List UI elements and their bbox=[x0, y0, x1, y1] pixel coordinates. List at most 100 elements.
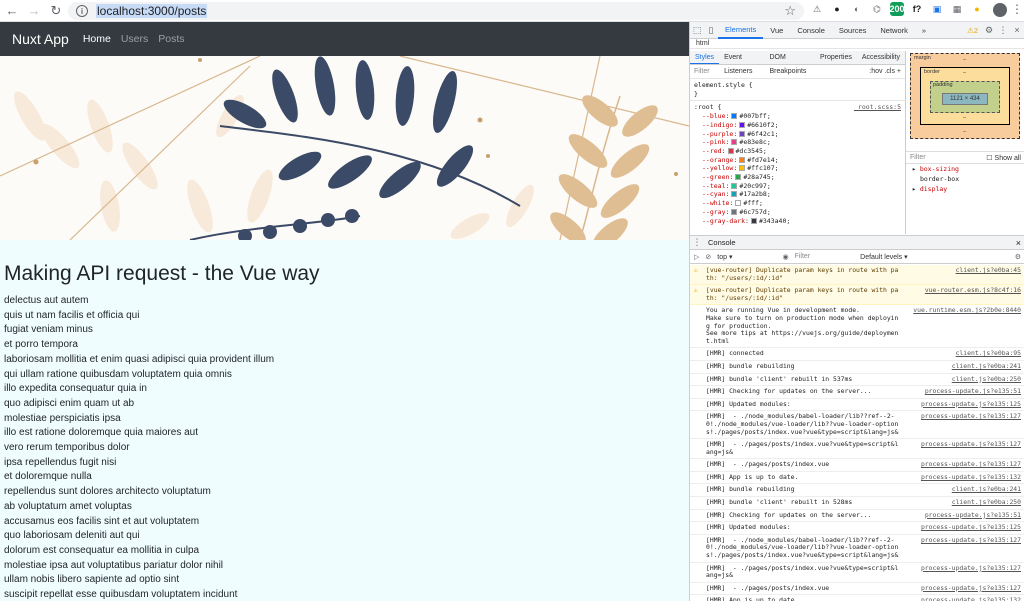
color-swatch[interactable] bbox=[731, 139, 738, 146]
image-ext-icon[interactable]: ▣ bbox=[930, 2, 944, 16]
address-bar[interactable]: i localhost:3000/posts ☆ bbox=[68, 2, 804, 20]
clear-console-icon[interactable]: ⊘ bbox=[705, 253, 711, 261]
site-info-icon[interactable]: i bbox=[76, 5, 88, 17]
message-source-link[interactable]: process-update.js?e135:125 bbox=[921, 400, 1021, 409]
computed-prop-display[interactable]: ▸ display bbox=[906, 184, 1024, 194]
settings-gear-icon[interactable]: ⚙ bbox=[982, 22, 996, 39]
message-source-link[interactable]: client.js?e0ba:95 bbox=[956, 350, 1021, 358]
css-variable-row[interactable]: --pink: #e83e8c; bbox=[694, 138, 901, 147]
color-swatch[interactable] bbox=[739, 121, 746, 128]
forward-arrow-icon[interactable]: → bbox=[24, 1, 44, 21]
color-swatch[interactable] bbox=[739, 130, 746, 137]
status-200-ext-icon[interactable]: 200 bbox=[889, 2, 905, 16]
warning-icon[interactable]: ⚠ bbox=[694, 287, 698, 295]
more-tabs-button[interactable]: » bbox=[915, 22, 933, 39]
subtab-properties[interactable]: Properties bbox=[815, 51, 857, 64]
message-source-link[interactable]: process-update.js?e135:132 bbox=[921, 597, 1021, 601]
nuxt-ext-icon[interactable]: ⌬ bbox=[870, 2, 884, 16]
message-source-link[interactable]: process-update.js?e135:125 bbox=[921, 524, 1021, 532]
root-source-link[interactable]: _root.scss:5 bbox=[854, 103, 901, 112]
nav-link-users[interactable]: Users bbox=[121, 33, 148, 45]
show-all-checkbox[interactable]: ☐ Show all bbox=[986, 154, 1021, 162]
message-source-link[interactable]: client.js?e0ba:241 bbox=[952, 486, 1021, 494]
css-variable-row[interactable]: --gray-dark: #343a40; bbox=[694, 217, 901, 226]
message-source-link[interactable]: process-update.js?e135:127 bbox=[921, 536, 1021, 545]
computed-prop-box-sizing[interactable]: ▸ box-sizing bbox=[906, 164, 1024, 174]
extension-ext-icon[interactable]: ● bbox=[970, 2, 984, 16]
tab-console[interactable]: Console bbox=[790, 22, 832, 39]
message-source-link[interactable]: client.js?e0ba:241 bbox=[952, 362, 1021, 371]
drawer-menu-icon[interactable]: ⋮ bbox=[690, 234, 704, 251]
profile-avatar-icon[interactable] bbox=[993, 3, 1007, 17]
tab-elements[interactable]: Elements bbox=[718, 22, 764, 39]
color-swatch[interactable] bbox=[750, 217, 757, 224]
warning-triangle-icon[interactable]: ⚠ bbox=[810, 2, 824, 16]
css-variable-row[interactable]: --teal: #20c997; bbox=[694, 182, 901, 191]
message-source-link[interactable]: process-update.js?e135:51 bbox=[925, 511, 1021, 520]
message-source-link[interactable]: process-update.js?e135:127 bbox=[921, 440, 1021, 449]
compass-ext-icon[interactable]: ◐ bbox=[850, 2, 864, 16]
color-swatch[interactable] bbox=[727, 147, 734, 154]
tab-network[interactable]: Network bbox=[873, 22, 915, 39]
live-expression-eye-icon[interactable]: ◉ bbox=[782, 253, 788, 261]
css-variable-row[interactable]: --orange: #fd7e14; bbox=[694, 156, 901, 165]
color-swatch[interactable] bbox=[739, 165, 746, 172]
function-ext-icon[interactable]: f? bbox=[910, 2, 924, 16]
css-variable-row[interactable]: --yellow: #ffc107; bbox=[694, 164, 901, 173]
bookmark-star-icon[interactable]: ☆ bbox=[784, 3, 796, 19]
tab-vue[interactable]: Vue bbox=[763, 22, 790, 39]
message-source-link[interactable]: client.js?e0ba:250 bbox=[952, 498, 1021, 507]
inspect-element-icon[interactable]: ⬚ bbox=[690, 22, 704, 39]
menu-kebab-icon[interactable]: ⋮ bbox=[1011, 2, 1023, 16]
back-arrow-icon[interactable]: ← bbox=[2, 1, 22, 21]
css-variable-row[interactable]: --white: #fff; bbox=[694, 199, 901, 208]
context-selector[interactable]: top ▾ bbox=[717, 253, 732, 261]
tab-sources[interactable]: Sources bbox=[832, 22, 874, 39]
subtab-styles[interactable]: Styles bbox=[690, 51, 720, 64]
message-source-link[interactable]: process-update.js?e135:127 bbox=[921, 461, 1021, 469]
reload-icon[interactable]: ↻ bbox=[46, 1, 66, 21]
css-variable-row[interactable]: --blue: #007bff; bbox=[694, 112, 901, 121]
nav-link-home[interactable]: Home bbox=[83, 33, 111, 45]
close-devtools-icon[interactable]: × bbox=[1010, 22, 1024, 39]
message-source-link[interactable]: process-update.js?e135:127 bbox=[921, 564, 1021, 573]
color-swatch[interactable] bbox=[735, 174, 742, 181]
warning-count-badge[interactable]: ⚠2 bbox=[967, 26, 982, 35]
css-variable-row[interactable]: --indigo: #6610f2; bbox=[694, 121, 901, 130]
css-variable-row[interactable]: --green: #28a745; bbox=[694, 173, 901, 182]
url-text[interactable]: localhost:3000/posts bbox=[96, 4, 208, 18]
css-variable-row[interactable]: --gray: #6c757d; bbox=[694, 208, 901, 217]
message-source-link[interactable]: client.js?e0ba:250 bbox=[952, 375, 1021, 384]
color-swatch[interactable] bbox=[735, 200, 742, 207]
nav-link-posts[interactable]: Posts bbox=[158, 33, 184, 45]
log-levels-dropdown[interactable]: Default levels ▾ bbox=[860, 253, 907, 261]
css-variable-row[interactable]: --purple: #6f42c1; bbox=[694, 130, 901, 139]
console-filter-input[interactable]: Filter bbox=[795, 253, 811, 260]
color-swatch[interactable] bbox=[731, 182, 738, 189]
styles-tools[interactable]: :hov .cls + bbox=[869, 68, 901, 75]
css-variable-row[interactable]: --red: #dc3545; bbox=[694, 147, 901, 156]
subtab-accessibility[interactable]: Accessibility bbox=[857, 51, 905, 64]
message-source-link[interactable]: client.js?e0ba:45 bbox=[955, 266, 1021, 275]
color-swatch[interactable] bbox=[731, 208, 738, 215]
css-variable-row[interactable]: --cyan: #17a2b8; bbox=[694, 190, 901, 199]
device-toolbar-icon[interactable]: ▯ bbox=[704, 22, 718, 39]
globe-ext-icon[interactable]: ● bbox=[830, 2, 844, 16]
box-content-size[interactable]: 1121 × 434 bbox=[942, 93, 988, 105]
drawer-tab-console[interactable]: Console bbox=[704, 238, 744, 247]
color-swatch[interactable] bbox=[731, 113, 738, 120]
message-source-link[interactable]: vue-router.esm.js?8c4f:16 bbox=[924, 287, 1021, 295]
warning-icon[interactable]: ⚠ bbox=[694, 266, 698, 275]
navbar-brand[interactable]: Nuxt App bbox=[12, 31, 69, 47]
color-swatch[interactable] bbox=[739, 156, 746, 163]
styles-filter-input[interactable]: Filter bbox=[694, 68, 710, 75]
dom-breadcrumb[interactable]: html bbox=[690, 39, 1024, 49]
message-source-link[interactable]: process-update.js?e135:51 bbox=[925, 388, 1021, 396]
subtab-dom-breakpoints[interactable]: DOM Breakpoints bbox=[764, 51, 815, 75]
console-settings-gear-icon[interactable]: ⚙ bbox=[1015, 253, 1021, 261]
message-source-link[interactable]: process-update.js?e135:127 bbox=[921, 413, 1021, 421]
computed-filter-input[interactable]: Filter bbox=[910, 154, 926, 161]
subtab-event-listeners[interactable]: Event Listeners bbox=[719, 51, 764, 75]
sidebar-toggle-icon[interactable]: ▷ bbox=[694, 253, 699, 261]
close-drawer-icon[interactable]: × bbox=[1016, 238, 1024, 248]
